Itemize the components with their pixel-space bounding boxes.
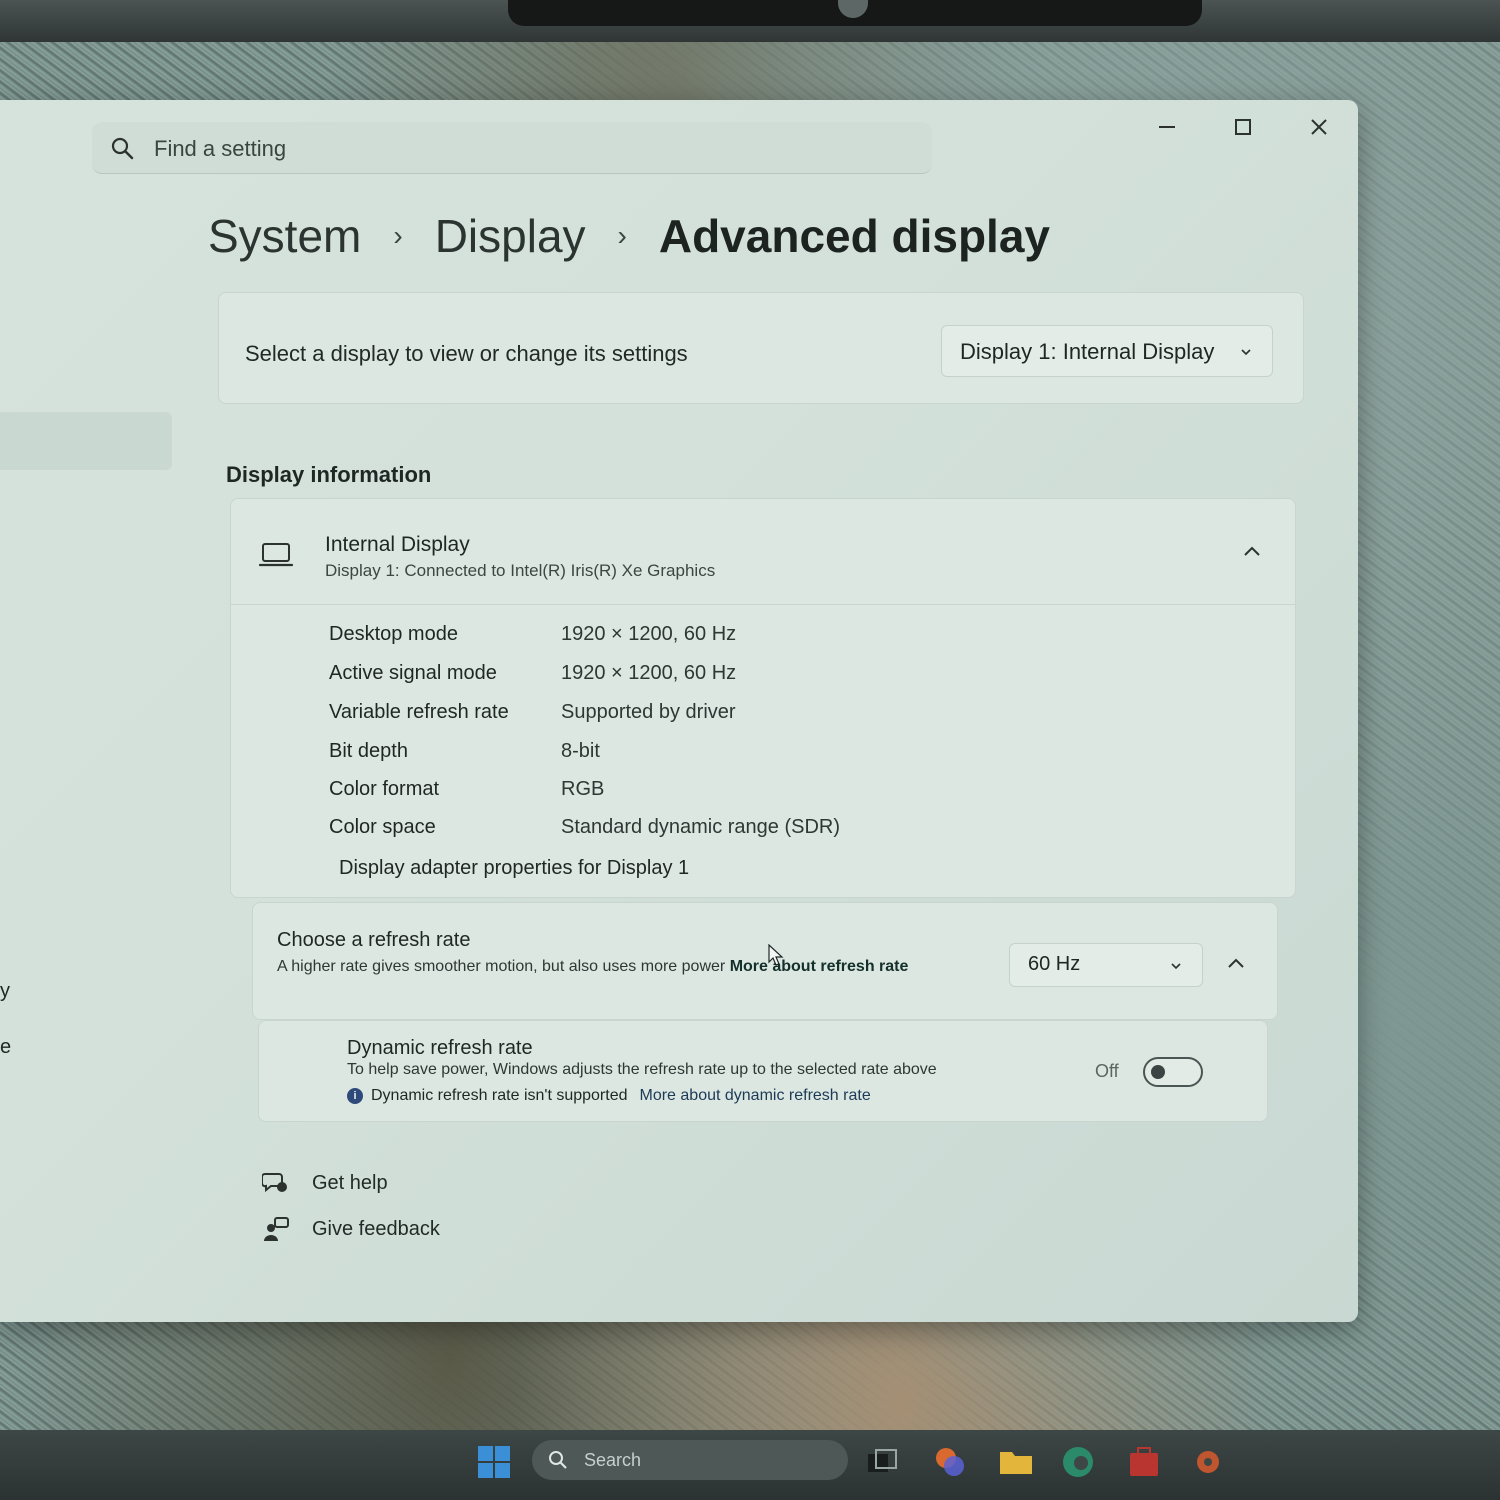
info-value: 8-bit (561, 740, 600, 762)
section-title: Display information (226, 462, 432, 487)
display-connection: Display 1: Connected to Intel(R) Iris(R)… (325, 561, 716, 580)
display-info-card: Internal Display Display 1: Connected to… (230, 498, 1296, 898)
refresh-rate-dropdown[interactable]: 60 Hz (1009, 943, 1203, 987)
breadcrumb-system[interactable]: System (208, 209, 361, 263)
info-value: RGB (561, 778, 605, 800)
store-icon[interactable] (1126, 1444, 1162, 1480)
close-button[interactable] (1304, 112, 1334, 142)
nav-selected-item[interactable] (0, 412, 172, 470)
feedback-icon (264, 1217, 289, 1241)
search-icon (549, 1451, 567, 1469)
search-icon (111, 137, 134, 160)
maximize-icon (1235, 119, 1251, 135)
give-feedback-label: Give feedback (312, 1217, 440, 1240)
minimize-button[interactable] (1152, 112, 1182, 142)
settings-icon[interactable] (1190, 1444, 1226, 1480)
info-key: Color format (329, 778, 440, 800)
dynamic-refresh-card: Dynamic refresh rate To help save power,… (258, 1020, 1268, 1122)
breadcrumb-display[interactable]: Display (435, 209, 586, 263)
breadcrumb-separator: › (617, 220, 627, 251)
get-help-link[interactable]: Get help (262, 1170, 388, 1196)
display-info-header[interactable]: Internal Display Display 1: Connected to… (231, 499, 1295, 605)
close-icon (1311, 119, 1327, 135)
breadcrumb: System › Display › Advanced display (208, 204, 1050, 268)
dynamic-refresh-note: i Dynamic refresh rate isn't supported M… (347, 1087, 871, 1105)
display-select-dropdown[interactable]: Display 1: Internal Display (941, 325, 1273, 377)
task-view-icon[interactable] (864, 1444, 900, 1480)
mouse-cursor-icon (768, 944, 784, 966)
select-display-card: Select a display to view or change its s… (218, 292, 1304, 404)
toggle-knob (1151, 1065, 1165, 1079)
info-key: Active signal mode (329, 662, 497, 684)
taskbar-search-label: Search (584, 1450, 642, 1470)
info-key: Desktop mode (329, 623, 458, 645)
more-about-refresh-link[interactable]: More about refresh rate (730, 958, 909, 975)
info-value: 1920 × 1200, 60 Hz (561, 623, 737, 645)
select-display-label: Select a display to view or change its s… (245, 341, 688, 366)
chevron-down-icon (1241, 349, 1251, 356)
laptop-icon (259, 543, 293, 567)
dynamic-refresh-toggle[interactable] (1143, 1057, 1203, 1087)
search-input[interactable]: Find a setting (92, 122, 932, 174)
info-icon: i (347, 1088, 363, 1104)
refresh-rate-card: Choose a refresh rate A higher rate give… (252, 902, 1278, 1020)
dynamic-refresh-note-text: Dynamic refresh rate isn't supported (371, 1087, 628, 1104)
info-key: Bit depth (329, 740, 408, 762)
toggle-state-label: Off (1095, 1061, 1119, 1081)
help-icon (262, 1173, 287, 1193)
display-name: Internal Display (325, 533, 470, 556)
nav-item-fragment[interactable]: y (0, 980, 10, 1003)
give-feedback-link[interactable]: Give feedback (262, 1216, 440, 1242)
file-explorer-icon[interactable] (998, 1444, 1034, 1480)
refresh-rate-title: Choose a refresh rate (277, 929, 471, 951)
refresh-rate-desc-text: A higher rate gives smoother motion, but… (277, 958, 726, 975)
get-help-label: Get help (312, 1171, 388, 1194)
laptop-bezel (0, 0, 1500, 42)
adapter-properties-link[interactable]: Display adapter properties for Display 1 (339, 857, 689, 880)
copilot-icon[interactable] (932, 1444, 968, 1480)
chevron-up-icon[interactable] (1227, 957, 1245, 969)
info-value: Standard dynamic range (SDR) (561, 816, 841, 838)
info-key: Color space (329, 816, 436, 838)
refresh-rate-value: 60 Hz (1028, 953, 1081, 975)
info-value: 1920 × 1200, 60 Hz (561, 662, 737, 684)
nav-item-fragment[interactable]: e (0, 1036, 11, 1059)
display-select-value: Display 1: Internal Display (960, 339, 1215, 364)
chevron-down-icon (1171, 963, 1181, 970)
more-about-dynamic-refresh-link[interactable]: More about dynamic refresh rate (640, 1087, 871, 1105)
chevron-up-icon[interactable] (1243, 545, 1261, 557)
info-key: Variable refresh rate (329, 701, 509, 723)
refresh-rate-description: A higher rate gives smoother motion, but… (277, 955, 997, 979)
breadcrumb-separator: › (393, 220, 403, 251)
taskbar-search[interactable]: Search (532, 1440, 848, 1480)
start-icon[interactable] (476, 1444, 512, 1480)
dynamic-refresh-description: To help save power, Windows adjusts the … (347, 1061, 937, 1078)
dynamic-refresh-title: Dynamic refresh rate (347, 1037, 533, 1059)
info-value: Supported by driver (561, 701, 736, 723)
maximize-button[interactable] (1228, 112, 1258, 142)
edge-icon[interactable] (1060, 1444, 1096, 1480)
minimize-icon (1159, 126, 1175, 128)
search-placeholder: Find a setting (154, 136, 287, 161)
page-title: Advanced display (658, 210, 1050, 262)
